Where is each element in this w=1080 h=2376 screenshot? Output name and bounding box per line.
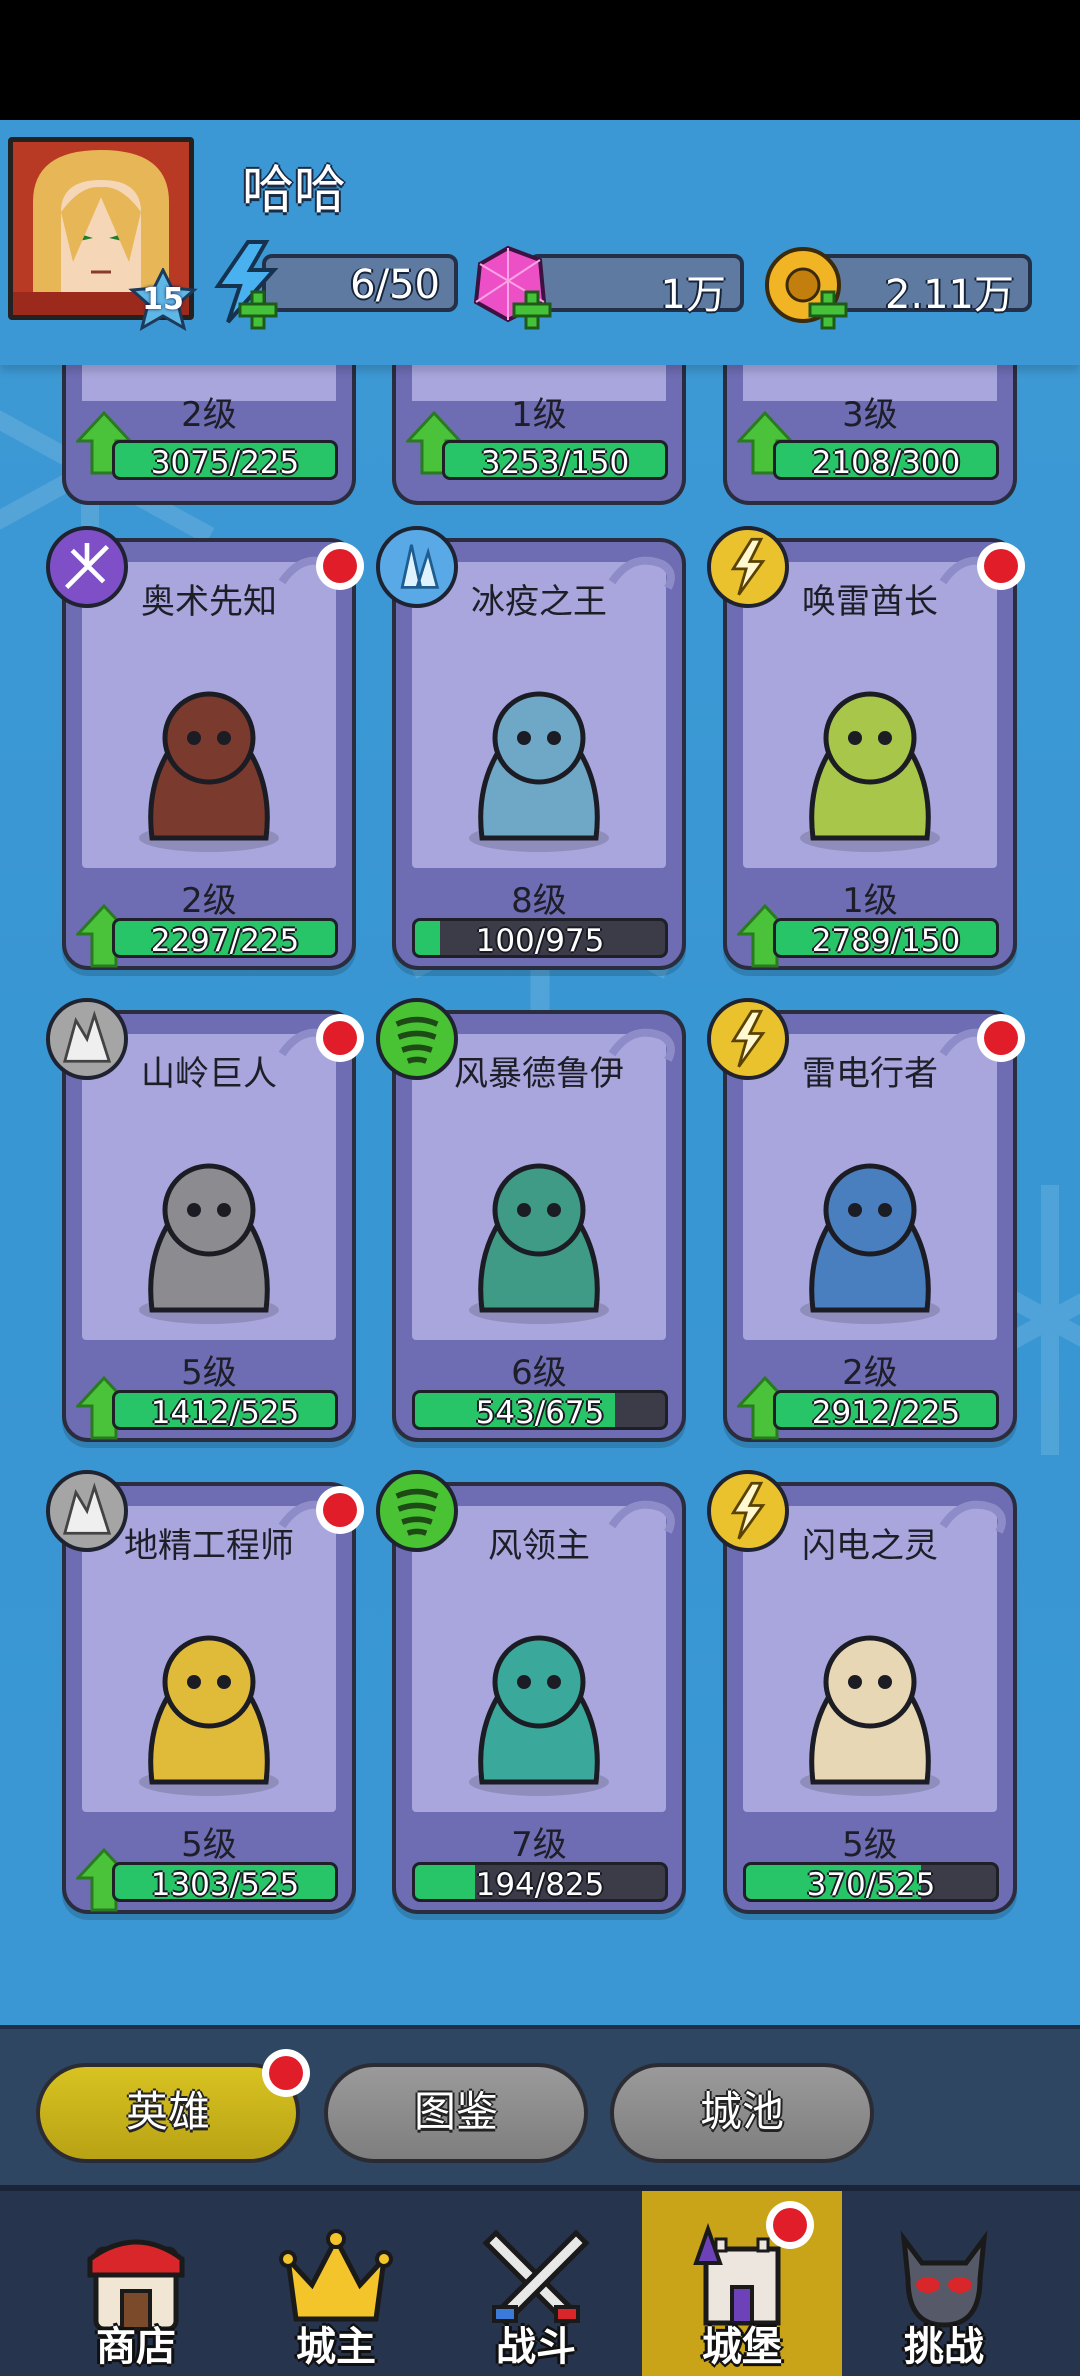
bottom-navigation: 商店 城主 战斗 城堡 挑战: [0, 2185, 1080, 2376]
thunder-chief-portrait-icon: [800, 691, 940, 852]
notification-dot: [316, 1486, 364, 1534]
storm-druid-portrait-icon: [469, 1163, 609, 1324]
goblin-engineer-portrait-icon: [139, 1635, 279, 1796]
notification-dot: [316, 1014, 364, 1062]
xp-bar: 1303/525: [112, 1862, 338, 1902]
xp-bar: 1412/525: [112, 1390, 338, 1430]
xp-bar: 194/825: [412, 1862, 668, 1902]
notification-dot: [766, 2201, 814, 2249]
nav-castle[interactable]: 城堡: [642, 2191, 842, 2376]
notification-dot: [977, 1014, 1025, 1062]
arcane-seer-portrait-icon: [139, 691, 279, 852]
thunder-walker-portrait-icon: [800, 1163, 940, 1324]
hero-level: 6级: [511, 1353, 567, 1393]
mountain-giant-portrait-icon: [139, 1163, 279, 1324]
lightning-element-icon: [707, 998, 789, 1080]
hero-level: 7级: [511, 1825, 567, 1865]
wind-element-icon: [376, 1470, 458, 1552]
xp-bar: 2108/300: [773, 440, 999, 480]
lich-king-portrait-icon: [469, 691, 609, 852]
xp-bar: 543/675: [412, 1390, 668, 1430]
hero-level: 8级: [511, 881, 567, 921]
hero-card-partial[interactable]: 3级 2108/300: [723, 365, 1017, 505]
xp-bar: 2912/225: [773, 1390, 999, 1430]
wind-element-icon: [376, 998, 458, 1080]
notification-dot: [316, 542, 364, 590]
earth-element-icon: [46, 998, 128, 1080]
wind-lord-portrait-icon: [469, 1635, 609, 1796]
tab-city[interactable]: 城池: [610, 2063, 874, 2163]
ice-element-icon: [376, 526, 458, 608]
notification-dot: [977, 542, 1025, 590]
hero-card-partial[interactable]: 2级 3075/225: [62, 365, 356, 505]
notification-dot: [262, 2049, 310, 2097]
add-energy-button[interactable]: [238, 290, 278, 330]
energy-counter[interactable]: 6/50: [262, 254, 458, 312]
nav-lord[interactable]: 城主: [236, 2191, 436, 2376]
nav-battle[interactable]: 战斗: [436, 2191, 636, 2376]
lightning-spirit-portrait-icon: [800, 1635, 940, 1796]
hero-card-partial[interactable]: 1级 3253/150: [392, 365, 686, 505]
nav-shop[interactable]: 商店: [36, 2191, 236, 2376]
xp-bar: 2789/150: [773, 918, 999, 958]
add-gold-button[interactable]: [808, 290, 848, 330]
status-bar: [0, 0, 1080, 120]
player-name: 哈哈: [242, 161, 347, 221]
earth-element-icon: [46, 1470, 128, 1552]
nav-challenge[interactable]: 挑战: [844, 2191, 1044, 2376]
xp-bar: 3253/150: [442, 440, 668, 480]
tab-heroes[interactable]: 英雄: [36, 2063, 300, 2163]
player-level-badge: 15: [128, 266, 198, 332]
collection-tab-bar: 英雄 图鉴 城池: [0, 2025, 1080, 2185]
lightning-element-icon: [707, 526, 789, 608]
xp-bar: 2297/225: [112, 918, 338, 958]
xp-bar: 100/975: [412, 918, 668, 958]
gem-counter[interactable]: 1万: [528, 254, 744, 318]
tab-codex[interactable]: 图鉴: [324, 2063, 588, 2163]
hero-level: 5级: [842, 1825, 898, 1865]
add-gems-button[interactable]: [512, 290, 552, 330]
lightning-element-icon: [707, 1470, 789, 1552]
xp-bar: 3075/225: [112, 440, 338, 480]
arcane-element-icon: [46, 526, 128, 608]
xp-bar: 370/525: [743, 1862, 999, 1902]
